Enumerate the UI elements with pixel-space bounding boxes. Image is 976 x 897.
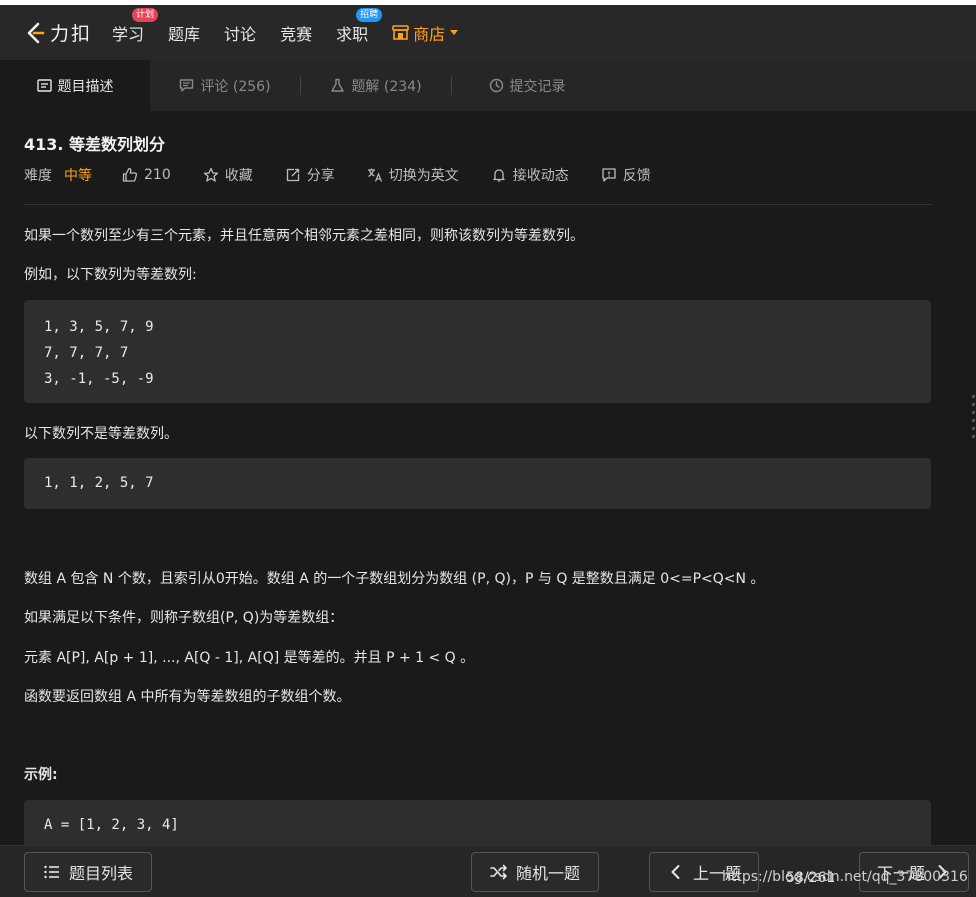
- divider: [24, 204, 932, 205]
- like-count: 210: [144, 167, 171, 183]
- share-button[interactable]: 分享: [285, 165, 335, 185]
- nav-learn-label: 学习: [112, 24, 145, 44]
- code-line: 7, 7, 7, 7: [44, 345, 129, 361]
- nav-jobs-badge: 招聘: [356, 7, 383, 22]
- handle-dot: [972, 403, 975, 406]
- description-paragraph: 以下数列不是等差数列。: [24, 426, 178, 442]
- share-label: 分享: [306, 168, 335, 184]
- chevron-down-icon: [450, 30, 459, 35]
- description-paragraph: 函数要返回数组 A 中所有为等差数组的子数组个数。: [24, 689, 351, 705]
- random-problem-button[interactable]: 随机一题: [471, 852, 599, 892]
- problem-meta-bar: 难度 中等 210 收藏 分享 切换为英文 接收动态 反馈: [24, 165, 683, 185]
- description-paragraph: 如果满足以下条件，则称子数组(P, Q)为等差数组：: [24, 610, 344, 626]
- share-icon: [286, 168, 299, 182]
- nav-contest-label: 竞赛: [280, 24, 313, 44]
- code-line: A = [1, 2, 3, 4]: [44, 817, 179, 833]
- tab-submissions-label: 提交记录: [509, 78, 566, 95]
- problem-tabs: 题目描述 评论 (256) 题解 (234) 提交记录: [0, 60, 976, 111]
- code-line: 1, 3, 5, 7, 9: [44, 319, 154, 335]
- leetcode-logo-icon: [27, 22, 45, 43]
- thumbs-up-icon: [122, 167, 138, 182]
- description-paragraph: 数组 A 包含 N 个数，且索引从0开始。数组 A 的一个子数组划分为数组 (P…: [24, 571, 765, 587]
- nav-problems[interactable]: 题库: [168, 21, 200, 45]
- description-paragraph: 如果一个数列至少有三个元素，并且任意两个相邻元素之差相同，则称该数列为等差数列。: [24, 228, 584, 244]
- example-heading: 示例:: [24, 767, 58, 783]
- nav-shop[interactable]: 商店: [392, 21, 459, 45]
- nav-discuss[interactable]: 讨论: [224, 21, 256, 45]
- code-block: 1, 1, 2, 5, 7: [24, 458, 931, 509]
- handle-dot: [972, 435, 975, 438]
- flask-icon: [331, 78, 345, 92]
- leetcode-logo[interactable]: 力扣: [24, 19, 92, 46]
- code-line: 1, 1, 2, 5, 7: [44, 475, 154, 491]
- nav-jobs[interactable]: 求职 招聘: [336, 7, 383, 45]
- code-line: 3, -1, -5, -9: [44, 371, 154, 387]
- like-button[interactable]: 210: [122, 167, 171, 183]
- panel-resize-handle[interactable]: [972, 395, 976, 450]
- difficulty-label: 难度: [24, 168, 52, 184]
- tab-description[interactable]: 题目描述: [0, 60, 150, 111]
- handle-dot: [972, 419, 975, 422]
- nav-problems-label: 题库: [168, 24, 201, 44]
- nav-learn[interactable]: 学习 计划: [112, 7, 159, 45]
- watermark-text: https://blog.csdn.net/qq_37800316: [722, 869, 968, 885]
- translate-button[interactable]: 切换为英文: [367, 165, 459, 185]
- difficulty: 难度 中等: [24, 165, 92, 185]
- nav-contest[interactable]: 竞赛: [280, 21, 312, 45]
- tab-comments[interactable]: 评论 (256): [150, 60, 300, 111]
- handle-dot: [972, 411, 975, 414]
- comment-icon: [180, 79, 194, 92]
- description-icon: [36, 79, 52, 92]
- problem-list-button[interactable]: 题目列表: [24, 852, 152, 892]
- tab-submissions[interactable]: 提交记录: [452, 60, 602, 111]
- handle-dot: [972, 395, 975, 398]
- description-paragraph: 元素 A[P], A[p + 1], ..., A[Q - 1], A[Q] 是…: [24, 650, 475, 666]
- tab-comments-label: 评论 (256): [200, 78, 271, 95]
- feedback-icon: [602, 168, 616, 182]
- nav-jobs-label: 求职: [336, 24, 369, 44]
- nav-discuss-label: 讨论: [224, 24, 257, 44]
- tab-solutions-label: 题解 (234): [351, 78, 422, 95]
- random-problem-label: 随机一题: [515, 864, 580, 883]
- bottom-toolbar: 题目列表 随机一题 上一题 58/261 下一题 https://blog.cs…: [0, 845, 976, 897]
- feedback-label: 反馈: [622, 168, 651, 184]
- clock-icon: [489, 78, 503, 93]
- tab-solutions[interactable]: 题解 (234): [301, 60, 451, 111]
- feedback-button[interactable]: 反馈: [601, 165, 651, 185]
- star-icon: [203, 167, 218, 182]
- list-icon: [44, 865, 59, 879]
- nav-learn-badge: 计划: [132, 7, 159, 22]
- tab-description-label: 题目描述: [57, 78, 114, 95]
- shuffle-icon: [490, 864, 507, 880]
- translate-label: 切换为英文: [388, 168, 459, 184]
- store-icon: [392, 25, 409, 40]
- top-navbar: 力扣 学习 计划 题库 讨论 竞赛 求职 招聘 商店: [0, 5, 976, 60]
- subscribe-button[interactable]: 接收动态: [491, 165, 569, 185]
- problem-title: 413. 等差数列划分: [24, 135, 166, 154]
- subscribe-label: 接收动态: [512, 168, 569, 184]
- problem-list-label: 题目列表: [68, 864, 133, 883]
- nav-shop-label: 商店: [413, 24, 446, 44]
- code-block: 1, 3, 5, 7, 9 7, 7, 7, 7 3, -1, -5, -9: [24, 300, 931, 403]
- translate-icon: [367, 168, 382, 182]
- favorite-label: 收藏: [224, 168, 253, 184]
- favorite-button[interactable]: 收藏: [203, 165, 253, 185]
- handle-dot: [972, 427, 975, 430]
- logo-text: 力扣: [50, 23, 93, 45]
- difficulty-value: 中等: [64, 168, 92, 184]
- bell-icon: [493, 169, 505, 182]
- chevron-left-icon: [671, 865, 680, 879]
- description-paragraph: 例如，以下数列为等差数列:: [24, 267, 197, 283]
